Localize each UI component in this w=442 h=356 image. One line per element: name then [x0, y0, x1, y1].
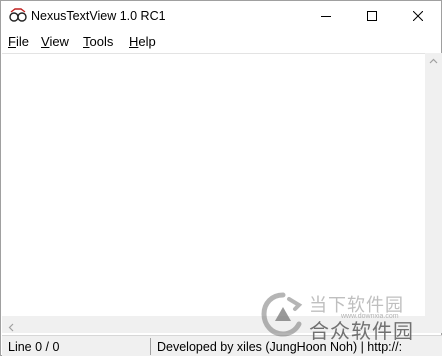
window-title: NexusTextView 1.0 RC1 — [31, 9, 166, 23]
scrollbar-corner — [425, 316, 442, 333]
menu-file-label: ile — [15, 34, 29, 49]
app-icon — [9, 8, 27, 24]
scroll-up-arrow-icon[interactable] — [429, 57, 438, 66]
menu-view[interactable]: View — [41, 34, 69, 49]
menu-help[interactable]: Help — [129, 34, 156, 49]
text-view-area[interactable] — [2, 53, 425, 316]
menu-bar: File View Tools Help — [1, 31, 441, 53]
menu-help-accel: H — [129, 34, 139, 49]
status-line-count: Line 0 / 0 — [8, 340, 60, 354]
close-button[interactable] — [395, 1, 441, 31]
title-bar[interactable]: NexusTextView 1.0 RC1 — [1, 1, 441, 31]
status-developer: Developed by xiles (JungHoon Noh) | http… — [157, 340, 403, 354]
menu-tools[interactable]: Tools — [83, 34, 113, 49]
close-icon — [413, 11, 423, 21]
scroll-left-arrow-icon[interactable] — [7, 320, 16, 335]
menu-tools-label: ools — [89, 34, 114, 49]
maximize-button[interactable] — [349, 1, 395, 31]
menu-help-label: elp — [138, 34, 156, 49]
menu-view-label: iew — [49, 34, 69, 49]
maximize-icon — [367, 11, 377, 21]
menu-file[interactable]: File — [8, 34, 29, 49]
menu-file-accel: F — [8, 34, 16, 49]
app-window: NexusTextView 1.0 RC1 File View Tools He… — [0, 0, 442, 356]
horizontal-scrollbar[interactable] — [2, 316, 425, 333]
vertical-scrollbar[interactable] — [425, 53, 442, 316]
minimize-icon — [321, 16, 331, 17]
status-divider — [150, 338, 151, 355]
status-bar: Line 0 / 0 Developed by xiles (JungHoon … — [2, 335, 442, 356]
minimize-button[interactable] — [303, 1, 349, 31]
